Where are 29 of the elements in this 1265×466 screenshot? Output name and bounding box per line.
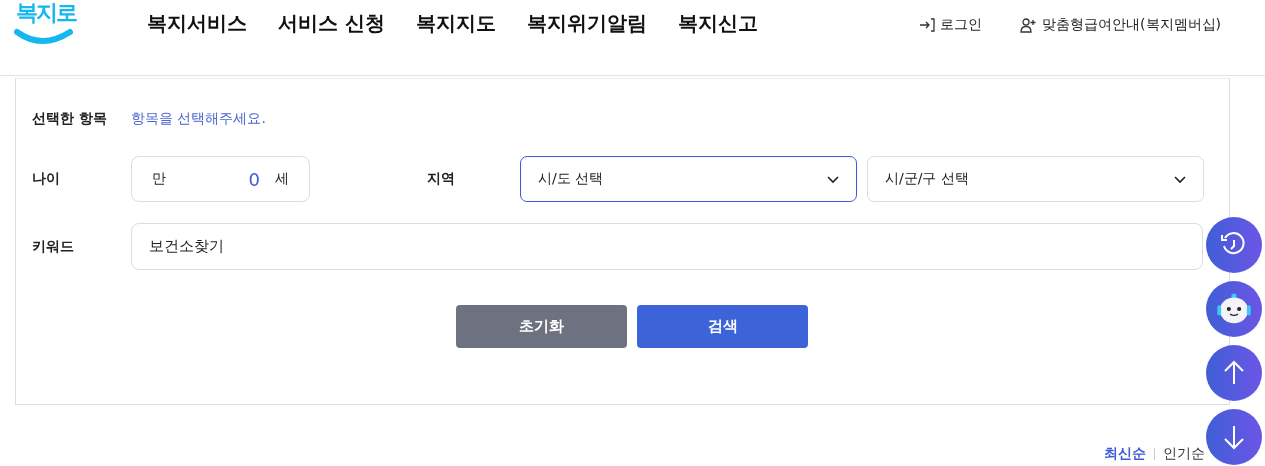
region-dropdown[interactable]: 시/도 선택 [520, 156, 857, 202]
nav-menu-item[interactable]: 서비스 신청 [278, 10, 385, 37]
membership-link[interactable]: 맞춤형급여안내(복지멤버십) [1020, 16, 1221, 34]
history-button[interactable] [1206, 217, 1262, 273]
smile-logo-icon [14, 28, 74, 46]
field-label: 지역 [427, 170, 456, 188]
age-input-field[interactable]: 만 0 세 [131, 156, 310, 202]
scroll-bottom-button[interactable] [1206, 409, 1262, 465]
nav-menu-item[interactable]: 복지신고 [677, 10, 758, 37]
sort-option[interactable]: 인기순 [1163, 445, 1205, 463]
selection-hint-text: 항목을 선택해주세요. [131, 110, 266, 128]
chevron-down-icon [1173, 174, 1187, 184]
nav-menu-item[interactable]: 복지서비스 [147, 10, 247, 37]
chatbot-button[interactable] [1206, 281, 1262, 337]
region-dropdown[interactable]: 시/군/구 선택 [867, 156, 1204, 202]
field-label: 선택한 항목 [32, 110, 108, 128]
field-label: 나이 [32, 170, 61, 188]
add-user-icon [1020, 17, 1038, 33]
chevron-down-icon [826, 174, 840, 184]
scroll-top-button[interactable] [1206, 345, 1262, 401]
field-label: 키워드 [32, 237, 75, 256]
nav-menu-item[interactable]: 복지지도 [415, 10, 496, 37]
search-button[interactable]: 검색 [637, 305, 808, 348]
reset-button[interactable]: 초기화 [456, 305, 627, 348]
login-icon [919, 17, 936, 33]
keyword-input-field[interactable]: 보건소찾기 [131, 223, 1203, 270]
nav-menu-item[interactable]: 복지위기알림 [526, 10, 647, 37]
login-link[interactable]: 로그인 [919, 16, 983, 34]
sort-option[interactable]: 최신순 [1104, 445, 1146, 463]
